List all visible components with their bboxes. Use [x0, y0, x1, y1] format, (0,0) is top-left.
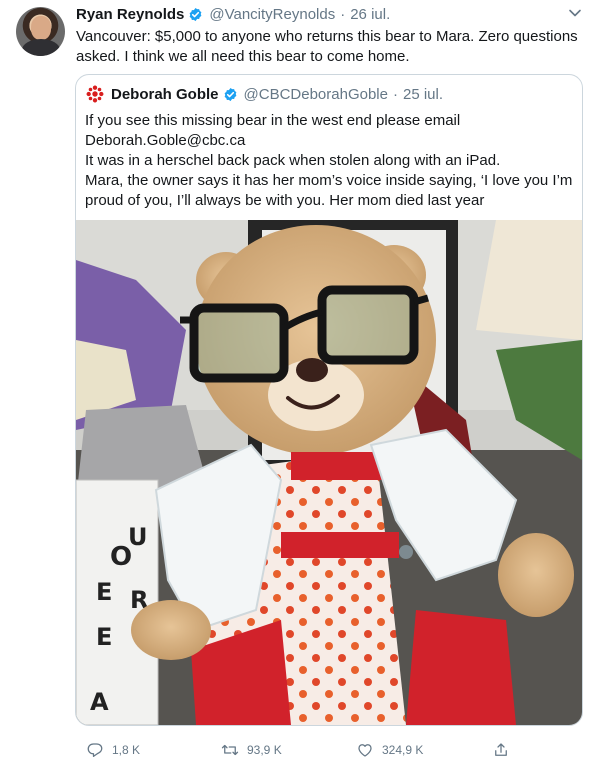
- verified-badge-icon: [190, 7, 202, 22]
- quoted-text: If you see this missing bear in the west…: [85, 111, 575, 211]
- quoted-date[interactable]: 25 iul.: [403, 86, 443, 103]
- reply-button[interactable]: 1,8 K: [86, 741, 140, 759]
- quoted-text-line: Mara, the owner says it has her mom’s vo…: [85, 172, 573, 189]
- quoted-author-handle[interactable]: @CBCDeborahGoble: [244, 86, 388, 103]
- author-avatar[interactable]: [16, 7, 65, 56]
- avatar-face: [31, 16, 51, 40]
- author-name[interactable]: Ryan Reynolds: [76, 6, 184, 23]
- teddy-bear-photo[interactable]: O U E R E A: [76, 220, 582, 725]
- reply-icon: [87, 743, 103, 758]
- quoted-text-line: Deborah.Goble@cbc.ca: [85, 132, 246, 149]
- share-icon: [495, 743, 507, 756]
- reply-count: 1,8 K: [112, 743, 141, 757]
- quoted-text-line: proud of you, I’ll always be with you. H…: [85, 192, 485, 209]
- retweet-icon: [221, 744, 239, 756]
- separator-dot: ·: [340, 6, 346, 23]
- like-count: 324,9 K: [382, 743, 424, 757]
- verified-badge-icon: [224, 87, 236, 101]
- avatar-body: [22, 39, 60, 56]
- lightbox-letter: U: [128, 523, 148, 551]
- quoted-text-line: If you see this missing bear in the west…: [85, 112, 461, 129]
- quoted-tweet[interactable]: Deborah Goble @CBCDeborahGoble · 25 iul.…: [75, 74, 583, 726]
- author-handle[interactable]: @VancityReynolds: [209, 6, 335, 23]
- quoted-text-line: It was in a herschel back pack when stol…: [85, 152, 501, 169]
- chevron-down-icon[interactable]: [568, 8, 582, 18]
- retweet-count: 93,9 K: [247, 743, 282, 757]
- lightbox-letter: E: [96, 623, 112, 651]
- cbc-logo-icon: [86, 85, 104, 103]
- tweet-text: Vancouver: $5,000 to anyone who returns …: [76, 28, 578, 65]
- heart-icon: [358, 744, 372, 757]
- separator-dot: ·: [392, 85, 398, 103]
- tweet-header: Ryan Reynolds @VancityReynolds · 26 iul.: [76, 6, 390, 23]
- lightbox-letter: E: [96, 578, 112, 606]
- like-button[interactable]: 324,9 K: [356, 741, 423, 759]
- tweet-actions: 1,8 K 93,9 K 324,9 K: [0, 730, 594, 770]
- quoted-header: Deborah Goble @CBCDeborahGoble · 25 iul.: [86, 85, 443, 103]
- lightbox-letter: A: [90, 688, 109, 716]
- tweet-date[interactable]: 26 iul.: [350, 6, 390, 23]
- share-button[interactable]: [492, 741, 518, 759]
- quoted-author-name[interactable]: Deborah Goble: [111, 86, 219, 103]
- retweet-button[interactable]: 93,9 K: [221, 741, 282, 759]
- tweet[interactable]: Ryan Reynolds @VancityReynolds · 26 iul.…: [0, 0, 594, 778]
